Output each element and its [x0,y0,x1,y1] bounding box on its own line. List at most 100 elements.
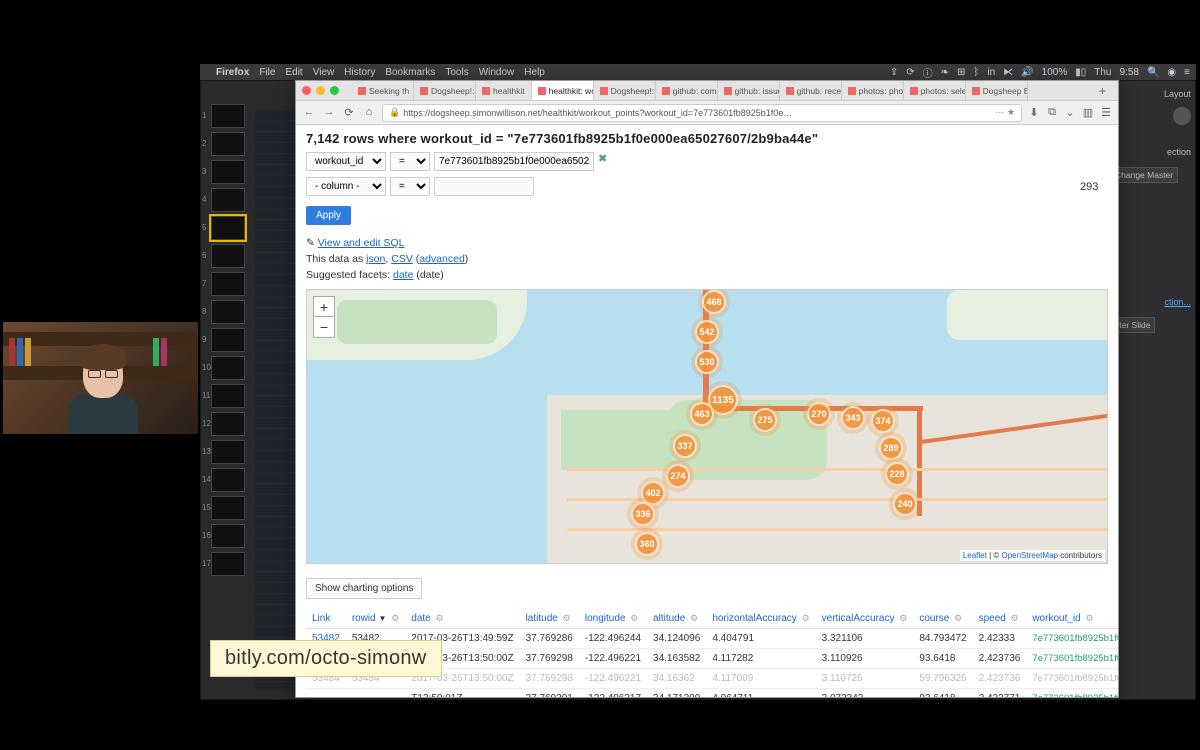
column-header[interactable]: altitude ⚙ [647,609,706,629]
menu-help[interactable]: Help [524,67,545,78]
window-close-icon[interactable] [302,86,311,95]
menu-bookmarks[interactable]: Bookmarks [385,67,435,78]
menu-view[interactable]: View [313,67,335,78]
map-cluster-marker[interactable]: 530 [695,350,719,374]
page-content[interactable]: 7,142 rows where workout_id = "7e773601f… [296,125,1118,697]
apply-button[interactable]: Apply [306,206,351,225]
browser-tab[interactable]: github: commit… [656,81,718,100]
show-charting-options-button[interactable]: Show charting options [306,578,422,599]
filter-column-select[interactable]: workout_id [306,152,386,171]
column-header[interactable]: latitude ⚙ [520,609,579,629]
dropbox-icon[interactable]: ⇪ [890,67,898,78]
remove-filter-icon[interactable]: ✖ [598,152,607,171]
facet-date-link[interactable]: date [393,269,413,281]
zoom-in-button[interactable]: + [314,297,334,317]
sync-icon[interactable]: ⟳ [906,67,914,78]
info-icon[interactable]: ⓘ [923,65,933,80]
grid-icon[interactable]: ⊞ [957,67,965,78]
page-actions-icon[interactable]: ⋯ ★ [995,107,1015,118]
browser-tab[interactable]: photos: photos… [842,81,904,100]
filter-op-select[interactable]: = [390,152,430,171]
map-cluster-marker[interactable]: 240 [893,492,917,516]
library-icon[interactable]: ▥ [1082,106,1094,119]
column-header[interactable]: Link [306,609,346,629]
map-cluster-marker[interactable]: 343 [841,406,865,430]
map-cluster-marker[interactable]: 336 [631,502,655,526]
column-header[interactable]: horizontalAccuracy ⚙ [706,609,815,629]
map-cluster-marker[interactable]: 270 [807,402,831,426]
nav-forward-icon[interactable]: → [322,106,336,119]
browser-tab[interactable]: healthkit: wo× [532,81,594,100]
menubar-app-name[interactable]: Firefox [216,67,249,78]
browser-tab[interactable]: Dogsheep!: bet… [594,81,656,100]
workout-id-link[interactable]: 7e773601fb8925b1f0e000ea65027 [1026,669,1118,689]
linkedin-icon[interactable]: in [987,67,995,78]
view-edit-sql-link[interactable]: View and edit SQL [318,237,405,249]
battery-icon[interactable]: ▮▯ [1075,67,1086,78]
nav-reload-icon[interactable]: ⟳ [342,106,356,119]
browser-tab[interactable]: photos: select r [904,81,966,100]
browser-tab[interactable]: github: issues: i [718,81,780,100]
siri-icon[interactable]: ◉ [1167,67,1176,78]
filter-value-input-2[interactable] [434,177,534,196]
nav-home-icon[interactable]: ⌂ [362,106,376,119]
filter-op-select-2[interactable]: = [390,177,430,196]
browser-tab[interactable]: Seeking th [352,81,414,100]
map-cluster-marker[interactable]: 360 [635,532,659,556]
row-link[interactable] [306,689,346,698]
leaflet-link[interactable]: Leaflet [963,551,987,560]
map-cluster-marker[interactable]: 337 [673,434,697,458]
avatar[interactable] [1173,107,1191,125]
screenshot-icon[interactable]: ⧉ [1046,106,1058,119]
hamburger-icon[interactable]: ☰ [1100,106,1112,119]
map-cluster-marker[interactable]: 274 [666,464,690,488]
map-cluster-marker[interactable]: 374 [871,409,895,433]
browser-tab[interactable]: github: recent_c [780,81,842,100]
map-cluster-marker[interactable]: 228 [885,462,909,486]
zoom-out-button[interactable]: − [314,317,334,337]
export-json-link[interactable]: json [366,253,385,265]
menu-window[interactable]: Window [479,67,515,78]
export-advanced-link[interactable]: advanced [419,253,465,265]
pocket-icon[interactable]: ⌄ [1064,106,1076,119]
menu-tools[interactable]: Tools [445,67,468,78]
map-cluster-marker[interactable]: 463 [690,402,714,426]
bluetooth-icon[interactable]: ᛒ [973,67,979,78]
workout-id-link[interactable]: 7e773601fb8925b1f0e000ea65027 [1026,629,1118,649]
column-header[interactable]: verticalAccuracy ⚙ [816,609,914,629]
spotlight-icon[interactable]: 🔍 [1147,67,1159,78]
workout-id-link[interactable]: 7e773601fb8925b1f0e000ea65027 [1026,689,1118,698]
browser-tab[interactable]: healthkit [476,81,532,100]
bear-icon[interactable]: ❧ [941,67,949,78]
map-cluster-marker[interactable]: 542 [695,320,719,344]
downloads-icon[interactable]: ⬇ [1028,106,1040,119]
wifi-icon[interactable]: ⧔ [1003,67,1013,78]
window-zoom-icon[interactable] [330,86,339,95]
column-header[interactable]: longitude ⚙ [579,609,647,629]
nav-back-icon[interactable]: ← [302,106,316,119]
column-header[interactable]: rowid ▼ ⚙ [346,609,405,629]
column-header[interactable]: speed ⚙ [973,609,1027,629]
edit-section-link[interactable]: ction... [1110,293,1191,311]
column-header[interactable]: course ⚙ [913,609,972,629]
map-cluster-marker[interactable]: 289 [879,436,903,460]
column-header[interactable]: workout_id ⚙ [1026,609,1118,629]
workout-id-link[interactable]: 7e773601fb8925b1f0e000ea65027 [1026,649,1118,669]
slide-thumbnail-rail[interactable]: 1 2 3 4 5 6 7 8 9 10 11 12 13 14 15 16 1… [208,100,248,690]
browser-tab[interactable]: Dogsheep!: bet… [414,81,476,100]
new-tab-button[interactable]: + [1093,84,1112,98]
change-master-button[interactable]: Change Master [1110,167,1178,183]
window-minimize-icon[interactable] [316,86,325,95]
browser-tab[interactable]: Dogsheep Beta [966,81,1028,100]
map-cluster-marker[interactable]: 275 [753,408,777,432]
address-bar[interactable]: 🔒 https://dogsheep.simonwillison.net/hea… [382,104,1022,122]
menu-edit[interactable]: Edit [285,67,302,78]
menu-file[interactable]: File [259,67,275,78]
filter-column-select-2[interactable]: - column - [306,177,386,196]
column-header[interactable]: date ⚙ [405,609,519,629]
filter-value-input[interactable] [434,152,594,171]
volume-icon[interactable]: 🔊 [1021,67,1033,78]
map[interactable]: + − 468542530113546327527034337433728927… [306,289,1108,564]
osm-link[interactable]: OpenStreetMap [1001,551,1057,560]
notification-center-icon[interactable]: ≡ [1184,67,1190,78]
